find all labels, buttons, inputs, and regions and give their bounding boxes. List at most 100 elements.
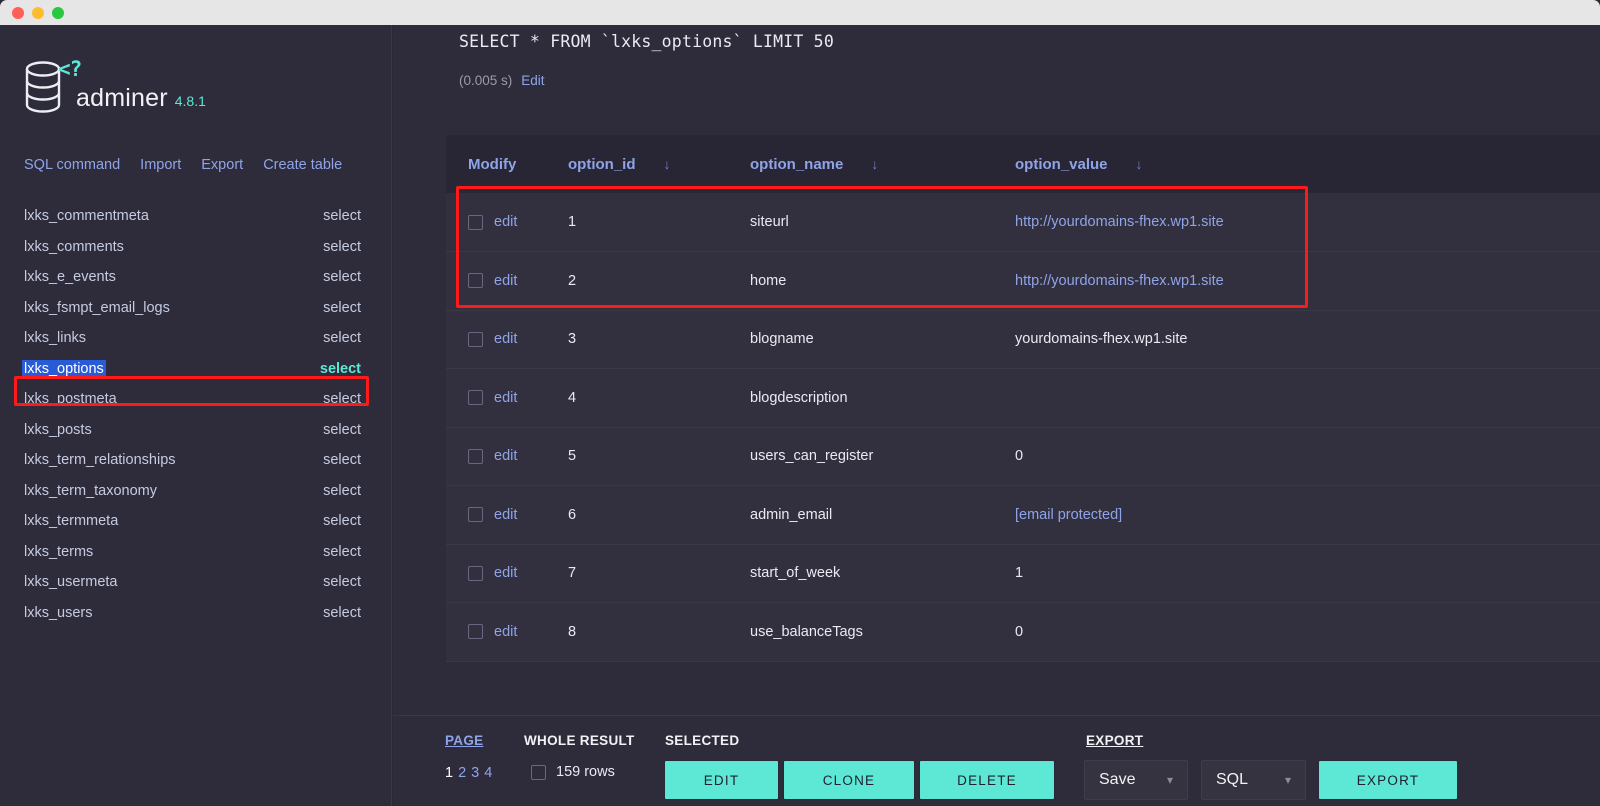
row-edit-link[interactable]: edit <box>494 624 517 640</box>
table-select-link[interactable]: select <box>323 239 361 255</box>
list-item[interactable]: lxks_term_taxonomy select <box>0 476 391 507</box>
table-select-link[interactable]: select <box>323 391 361 407</box>
column-header-option-value[interactable]: option_value ↓ <box>1015 135 1600 193</box>
table-select-link[interactable]: select <box>323 208 361 224</box>
export-button[interactable]: EXPORT <box>1318 760 1458 800</box>
cell-value-link[interactable]: [email protected] <box>1015 507 1122 523</box>
page-3[interactable]: 3 <box>471 765 479 781</box>
list-item[interactable]: lxks_postmeta select <box>0 384 391 415</box>
page-label[interactable]: PAGE <box>445 733 483 748</box>
page-2[interactable]: 2 <box>458 765 466 781</box>
row-checkbox[interactable] <box>468 390 483 406</box>
cell-option-id: 7 <box>568 565 577 582</box>
list-item[interactable]: lxks_term_relationships select <box>0 445 391 476</box>
list-item[interactable]: lxks_termmeta select <box>0 506 391 537</box>
page-1[interactable]: 1 <box>445 765 453 781</box>
chevron-down-icon[interactable]: ▾ <box>1167 773 1173 787</box>
table-name[interactable]: lxks_comments <box>24 239 124 255</box>
table-select-link[interactable]: select <box>323 300 361 316</box>
list-item[interactable]: lxks_posts select <box>0 415 391 446</box>
list-item[interactable]: lxks_commentmeta select <box>0 201 391 232</box>
clone-button[interactable]: CLONE <box>783 760 915 800</box>
table-name[interactable]: lxks_term_taxonomy <box>24 483 157 499</box>
cell-option-name: users_can_register <box>750 448 874 465</box>
nav-import[interactable]: Import <box>140 157 181 173</box>
format-select[interactable]: SQL ▾ <box>1201 760 1306 800</box>
table-select-link[interactable]: select <box>323 574 361 590</box>
edit-query-link[interactable]: Edit <box>521 73 544 88</box>
table-name-selected[interactable]: lxks_options <box>22 359 106 378</box>
list-item[interactable]: lxks_e_events select <box>0 262 391 293</box>
row-edit-link[interactable]: edit <box>494 448 517 464</box>
cell-value-link[interactable]: http://yourdomains-fhex.wp1.site <box>1015 273 1224 289</box>
table-select-link-active[interactable]: select <box>320 361 361 377</box>
edit-button[interactable]: EDIT <box>664 760 779 800</box>
table-select-link[interactable]: select <box>323 269 361 285</box>
table-name[interactable]: lxks_usermeta <box>24 574 117 590</box>
cell-option-id: 6 <box>568 506 577 523</box>
table-select-link[interactable]: select <box>323 422 361 438</box>
page-4[interactable]: 4 <box>484 765 492 781</box>
whole-result-checkbox[interactable] <box>531 764 546 780</box>
table-name[interactable]: lxks_posts <box>24 422 92 438</box>
table-name[interactable]: lxks_postmeta <box>24 391 117 407</box>
delete-button[interactable]: DELETE <box>919 760 1055 800</box>
table-name[interactable]: lxks_termmeta <box>24 513 118 529</box>
sort-down-icon[interactable]: ↓ <box>664 156 671 172</box>
chevron-down-icon[interactable]: ▾ <box>1285 773 1291 787</box>
row-checkbox[interactable] <box>468 565 483 581</box>
minimize-button-icon[interactable] <box>32 6 44 19</box>
results-table-body: edit 1 siteurl http://yourdomains-fhex.w… <box>446 193 1600 661</box>
export-label[interactable]: EXPORT <box>1086 733 1143 748</box>
close-button-icon[interactable] <box>12 6 24 19</box>
table-select-link[interactable]: select <box>323 483 361 499</box>
row-edit-link[interactable]: edit <box>494 273 517 289</box>
column-header-option-value-label: option_value <box>1015 155 1108 173</box>
list-item[interactable]: lxks_users select <box>0 598 391 629</box>
table-name[interactable]: lxks_e_events <box>24 269 116 285</box>
sort-down-icon[interactable]: ↓ <box>1136 156 1143 172</box>
list-item[interactable]: lxks_links select <box>0 323 391 354</box>
table-name[interactable]: lxks_commentmeta <box>24 208 149 224</box>
row-checkbox[interactable] <box>468 624 483 640</box>
query-timing-bar: (0.005 s) Edit <box>393 51 1600 88</box>
list-item[interactable]: lxks_usermeta select <box>0 567 391 598</box>
row-checkbox[interactable] <box>468 273 483 289</box>
cell-option-value: http://yourdomains-fhex.wp1.site <box>1015 252 1600 311</box>
row-edit-link[interactable]: edit <box>494 565 517 581</box>
list-item[interactable]: lxks_terms select <box>0 537 391 568</box>
zoom-button-icon[interactable] <box>52 6 64 19</box>
row-edit-link[interactable]: edit <box>494 390 517 406</box>
list-item[interactable]: lxks_comments select <box>0 232 391 263</box>
row-edit-link[interactable]: edit <box>494 331 517 347</box>
cell-option-value: 0 <box>1015 448 1024 465</box>
row-checkbox[interactable] <box>468 507 483 523</box>
column-header-option-name[interactable]: option_name ↓ <box>750 135 1015 193</box>
nav-export[interactable]: Export <box>201 157 243 173</box>
nav-sql-command[interactable]: SQL command <box>24 157 120 173</box>
table-select-link[interactable]: select <box>323 513 361 529</box>
table-select-link[interactable]: select <box>323 452 361 468</box>
nav-create-table[interactable]: Create table <box>263 157 342 173</box>
row-checkbox[interactable] <box>468 331 483 347</box>
sort-down-icon[interactable]: ↓ <box>871 156 878 172</box>
table-name[interactable]: lxks_users <box>24 605 93 621</box>
table-select-link[interactable]: select <box>323 330 361 346</box>
row-checkbox[interactable] <box>468 214 483 230</box>
row-edit-link[interactable]: edit <box>494 214 517 230</box>
sidebar-item-lxks-options[interactable]: lxks_options select <box>0 354 391 385</box>
table-name[interactable]: lxks_fsmpt_email_logs <box>24 300 170 316</box>
column-header-option-id[interactable]: option_id ↓ <box>568 135 750 193</box>
output-select[interactable]: Save ▾ <box>1084 760 1188 800</box>
table-name[interactable]: lxks_links <box>24 330 86 346</box>
row-checkbox[interactable] <box>468 448 483 464</box>
row-edit-link[interactable]: edit <box>494 507 517 523</box>
table-name[interactable]: lxks_term_relationships <box>24 452 176 468</box>
cell-value-link[interactable]: http://yourdomains-fhex.wp1.site <box>1015 214 1224 230</box>
column-header-modify: Modify <box>446 135 568 193</box>
table-select-link[interactable]: select <box>323 605 361 621</box>
list-item[interactable]: lxks_fsmpt_email_logs select <box>0 293 391 324</box>
cell-modify: edit <box>446 310 568 369</box>
table-select-link[interactable]: select <box>323 544 361 560</box>
table-name[interactable]: lxks_terms <box>24 544 93 560</box>
